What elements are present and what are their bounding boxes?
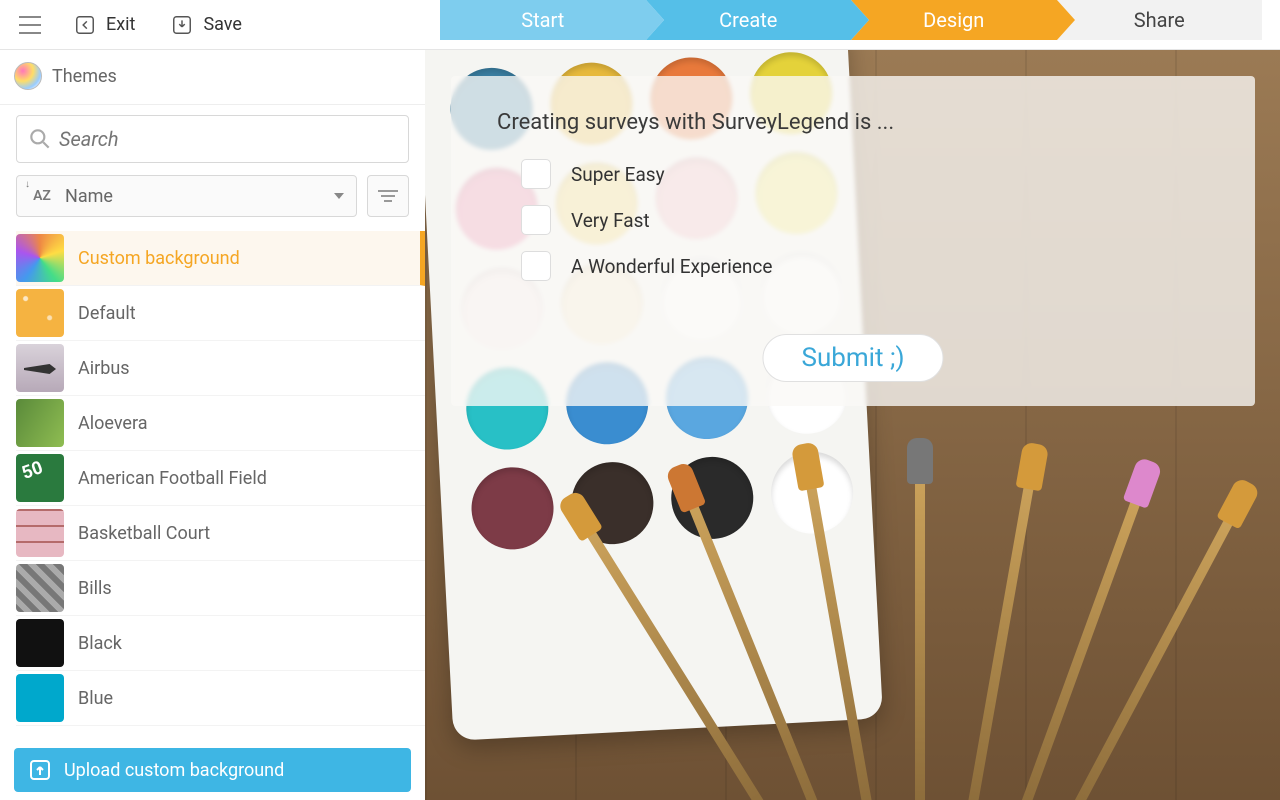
theme-item-black[interactable]: Black	[16, 616, 425, 671]
theme-label: American Football Field	[78, 468, 267, 489]
theme-item-custom-background[interactable]: Custom background	[16, 231, 425, 286]
theme-label: Airbus	[78, 358, 130, 379]
step-start-label: Start	[521, 8, 564, 32]
theme-item-aloevera[interactable]: Aloevera	[16, 396, 425, 451]
option-label: Super Easy	[571, 163, 665, 186]
checkbox[interactable]	[521, 205, 551, 235]
step-design-label: Design	[923, 8, 984, 32]
theme-label: Custom background	[78, 248, 240, 269]
theme-search[interactable]	[16, 115, 409, 163]
menu-button[interactable]	[8, 3, 52, 47]
theme-label: Default	[78, 303, 136, 324]
theme-label: Blue	[78, 688, 113, 709]
panel-title: Themes	[52, 66, 117, 87]
theme-thumb	[16, 234, 64, 282]
theme-label: Black	[78, 633, 122, 654]
palette-icon	[14, 62, 42, 90]
step-share[interactable]: Share	[1057, 0, 1263, 40]
preview-canvas: Creating surveys with SurveyLegend is ..…	[425, 50, 1280, 800]
sort-label: Name	[65, 186, 113, 207]
survey-option[interactable]: Very Fast	[521, 205, 1209, 235]
download-icon	[171, 14, 193, 36]
chevron-down-icon	[334, 193, 344, 199]
upload-icon	[28, 758, 52, 782]
theme-thumb	[16, 399, 64, 447]
step-create-label: Create	[719, 8, 777, 32]
theme-thumb	[16, 344, 64, 392]
theme-thumb	[16, 509, 64, 557]
survey-option[interactable]: A Wonderful Experience	[521, 251, 1209, 281]
save-label: Save	[203, 14, 242, 35]
themes-panel: Themes AZ Name Custom background Default	[0, 50, 425, 800]
theme-label: Aloevera	[78, 413, 148, 434]
theme-item-default[interactable]: Default	[16, 286, 425, 341]
survey-preview-card: Creating surveys with SurveyLegend is ..…	[451, 76, 1255, 406]
exit-label: Exit	[106, 14, 135, 35]
step-share-label: Share	[1134, 8, 1185, 32]
submit-button[interactable]: Submit ;)	[763, 334, 944, 382]
theme-thumb	[16, 674, 64, 722]
upload-label: Upload custom background	[64, 760, 284, 781]
survey-question: Creating surveys with SurveyLegend is ..…	[497, 110, 1209, 135]
survey-option[interactable]: Super Easy	[521, 159, 1209, 189]
theme-thumb	[16, 454, 64, 502]
theme-item-american-football-field[interactable]: American Football Field	[16, 451, 425, 506]
checkbox[interactable]	[521, 159, 551, 189]
theme-thumb	[16, 564, 64, 612]
theme-thumb	[16, 289, 64, 337]
theme-item-basketball-court[interactable]: Basketball Court	[16, 506, 425, 561]
search-input[interactable]	[59, 127, 398, 151]
az-sort-icon: AZ	[27, 181, 57, 211]
step-design[interactable]: Design	[851, 0, 1057, 40]
checkbox[interactable]	[521, 251, 551, 281]
option-label: A Wonderful Experience	[571, 255, 772, 278]
theme-list: Custom background Default Airbus Aloever…	[0, 231, 425, 800]
step-create[interactable]: Create	[646, 0, 852, 40]
step-start[interactable]: Start	[440, 0, 646, 40]
theme-thumb	[16, 619, 64, 667]
upload-background-button[interactable]: Upload custom background	[14, 748, 411, 792]
theme-item-blue[interactable]: Blue	[16, 671, 425, 726]
option-label: Very Fast	[571, 209, 650, 232]
search-icon	[27, 126, 53, 152]
theme-item-airbus[interactable]: Airbus	[16, 341, 425, 396]
exit-button[interactable]: Exit	[60, 3, 149, 47]
save-button[interactable]: Save	[157, 3, 256, 47]
sort-select[interactable]: AZ Name	[16, 175, 357, 217]
progress-stepper: Start Create Design Share	[440, 0, 1262, 40]
theme-label: Bills	[78, 578, 112, 599]
theme-item-bills[interactable]: Bills	[16, 561, 425, 616]
paint-brushes	[725, 480, 1155, 800]
back-arrow-icon	[74, 14, 96, 36]
theme-label: Basketball Court	[78, 523, 210, 544]
filter-button[interactable]	[367, 175, 409, 217]
